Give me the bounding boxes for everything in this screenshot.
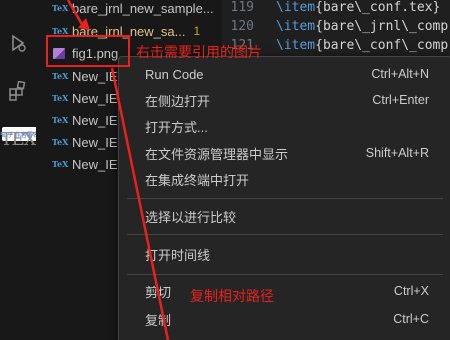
selected-file-highlight <box>46 35 130 67</box>
activity-bar: 知乎 作者署名 TEX <box>0 0 38 340</box>
file-name: New_IE <box>72 68 118 84</box>
copy-path-annotation: 复制相对路径 <box>190 289 274 305</box>
problem-count-badge: 1 <box>193 24 201 38</box>
menu-item-open-to-side[interactable]: 在侧边打开 Ctrl+Enter <box>119 88 429 112</box>
menu-item-reveal-in-explorer[interactable]: 在文件资源管理器中显示 Shift+Alt+R <box>119 141 429 165</box>
tex-file-icon: TeX <box>52 3 69 13</box>
code-text: {bare\_conf\_comp <box>315 37 449 53</box>
latex-command: \item <box>276 18 316 34</box>
file-name: New_IE <box>72 156 118 172</box>
menu-shortcut: Ctrl+Alt+N <box>371 67 429 81</box>
menu-item-open-timeline[interactable]: 打开时间线 <box>119 242 429 266</box>
menu-shortcut: Shift+Alt+R <box>365 146 429 160</box>
tex-icon[interactable]: TEX <box>0 124 37 154</box>
menu-label: Run Code <box>145 66 204 82</box>
extensions-icon[interactable] <box>0 76 36 106</box>
tex-file-icon: TeX <box>52 159 69 169</box>
menu-label: 在集成终端中打开 <box>145 172 250 188</box>
menu-item-open-with[interactable]: 打开方式... <box>119 114 429 138</box>
right-click-annotation: 右击需要引用的图片 <box>136 45 262 61</box>
tex-file-icon: TeX <box>52 93 69 103</box>
tex-label: TEX <box>0 128 37 150</box>
menu-shortcut: Ctrl+X <box>393 284 429 298</box>
file-name: New_IE <box>72 134 118 150</box>
menu-separator <box>127 274 443 275</box>
tex-file-icon: TeX <box>52 115 69 125</box>
file-name: New_IE <box>72 112 118 128</box>
menu-label: 剪切 <box>145 284 172 300</box>
menu-label: 打开方式... <box>145 119 208 135</box>
file-item[interactable]: TeX bare_jrnl_new_sample... <box>36 0 222 20</box>
file-name: bare_jrnl_new_sample... <box>72 0 214 16</box>
menu-label: 复制 <box>145 312 172 328</box>
menu-label: 在侧边打开 <box>145 93 211 109</box>
latex-command: \item <box>276 0 316 15</box>
menu-label: 在文件资源管理器中显示 <box>145 146 289 162</box>
line-number: 119 <box>230 0 254 15</box>
menu-item-run-code[interactable]: Run Code Ctrl+Alt+N <box>119 62 429 86</box>
code-text: {bare\_conf.tex} <box>315 0 441 15</box>
code-text: {bare\_jrnl\_comp <box>315 18 449 34</box>
context-menu: Run Code Ctrl+Alt+N 在侧边打开 Ctrl+Enter 打开方… <box>118 56 450 340</box>
latex-command: \item <box>276 37 316 53</box>
code-line: 120 \item {bare\_jrnl\_comp <box>222 16 450 36</box>
menu-shortcut: Ctrl+C <box>393 312 429 326</box>
menu-separator <box>127 234 443 235</box>
debug-icon[interactable] <box>0 28 36 58</box>
vscode-window: 知乎 作者署名 TEX TeX bare_jrnl_new_sample... … <box>0 0 450 340</box>
line-number: 120 <box>230 18 254 34</box>
menu-item-copy[interactable]: 复制 Ctrl+C <box>119 307 429 331</box>
file-name: New_IE <box>72 90 118 106</box>
menu-shortcut: Ctrl+Enter <box>372 93 429 107</box>
menu-label: 选择以进行比较 <box>145 209 237 225</box>
tex-file-icon: TeX <box>52 137 69 147</box>
menu-label: 打开时间线 <box>145 247 211 263</box>
code-line: 119 \item {bare\_conf.tex} <box>222 0 450 17</box>
tex-file-icon: TeX <box>52 71 69 81</box>
menu-item-select-for-compare[interactable]: 选择以进行比较 <box>119 204 429 228</box>
menu-item-cut[interactable]: 剪切 Ctrl+X <box>119 279 429 303</box>
menu-separator <box>127 198 443 199</box>
menu-item-open-in-terminal[interactable]: 在集成终端中打开 <box>119 167 429 191</box>
